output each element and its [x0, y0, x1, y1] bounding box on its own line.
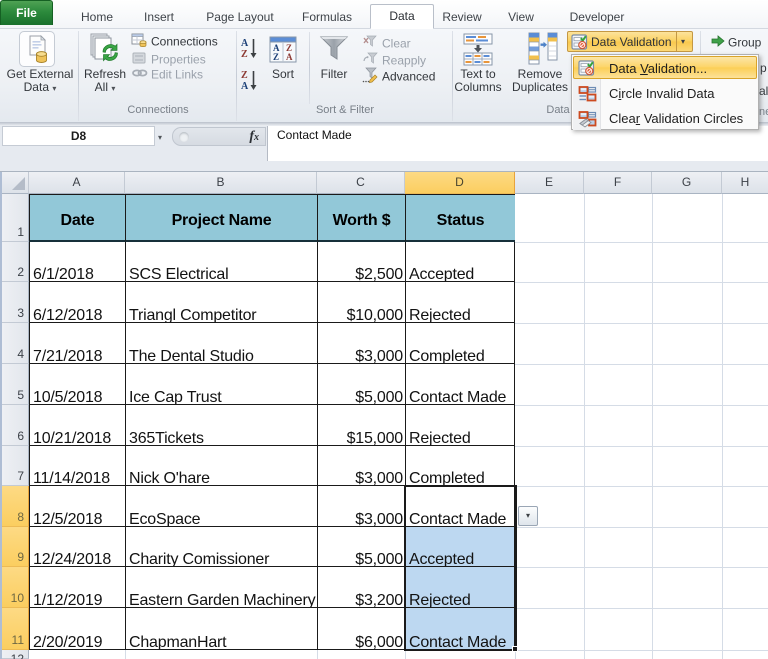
svg-text:A: A: [241, 38, 249, 49]
svg-text:A: A: [241, 81, 249, 92]
svg-text:Z: Z: [241, 49, 248, 60]
svg-text:A: A: [286, 52, 293, 62]
svg-text:Z: Z: [273, 52, 279, 62]
svg-text:Z: Z: [241, 70, 248, 81]
